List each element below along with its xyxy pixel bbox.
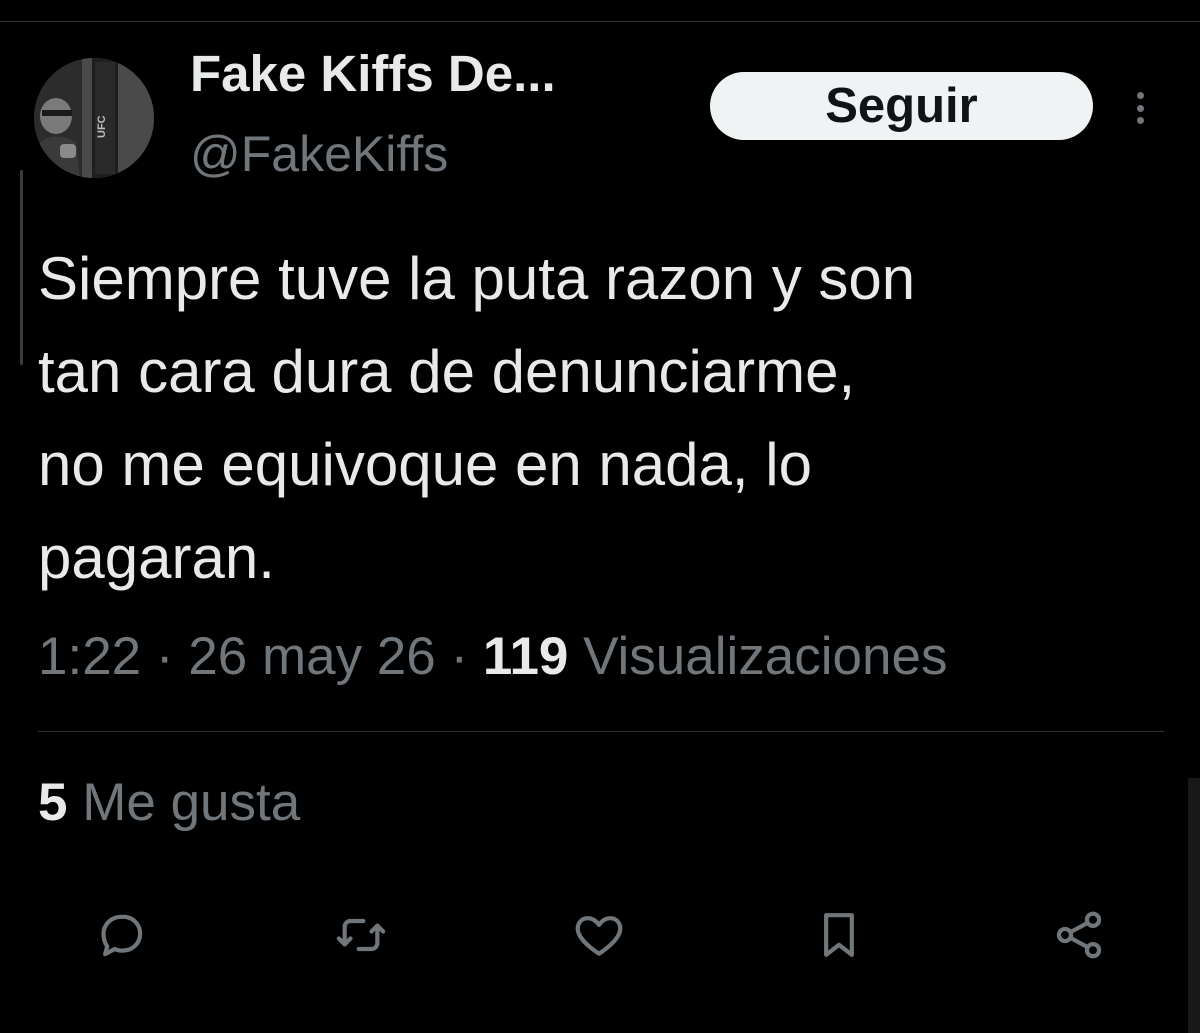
views-count: 119: [482, 627, 569, 686]
like-heart-icon: [575, 916, 623, 956]
retweet-icon: [336, 918, 386, 952]
more-options-button[interactable]: [1122, 82, 1158, 134]
likes-label: Me gusta: [82, 773, 301, 832]
author-display-name[interactable]: Fake Kiffs De...: [190, 44, 556, 104]
bookmark-icon: [824, 913, 854, 957]
likes-count: 5: [38, 773, 68, 832]
tweet-meta: 1:22 · 26 may 26 · 119 Visualizaciones: [38, 622, 948, 692]
likes-stat[interactable]: 5 Me gusta: [38, 768, 300, 838]
retweet-button[interactable]: [326, 900, 396, 970]
tweet-text: Siempre tuve la puta razon y son tan car…: [38, 245, 916, 591]
stats-divider: [38, 731, 1164, 732]
more-vertical-icon-dot: [1136, 117, 1144, 124]
meta-separator: ·: [155, 627, 174, 686]
scroll-indicator: [20, 170, 23, 365]
follow-button[interactable]: Seguir: [710, 72, 1093, 140]
action-bar: [0, 900, 1200, 970]
author-handle[interactable]: @FakeKiffs: [190, 124, 448, 184]
svg-text:UFC: UFC: [96, 115, 108, 138]
more-vertical-icon-dot: [1136, 104, 1144, 112]
tweet-date[interactable]: 26 may 26: [188, 627, 435, 686]
like-button[interactable]: [564, 900, 634, 970]
reply-icon: [101, 914, 143, 957]
share-button[interactable]: [1044, 900, 1114, 970]
avatar[interactable]: UFC: [34, 58, 154, 178]
views-label: Visualizaciones: [583, 627, 948, 686]
meta-separator: ·: [450, 627, 469, 686]
bookmark-button[interactable]: [804, 900, 874, 970]
more-vertical-icon: [1136, 92, 1144, 99]
share-icon: [1056, 911, 1102, 959]
tweet-time[interactable]: 1:22: [38, 627, 141, 686]
reply-button[interactable]: [86, 900, 156, 970]
top-divider: [0, 0, 1200, 22]
avatar-image: UFC: [34, 58, 154, 178]
